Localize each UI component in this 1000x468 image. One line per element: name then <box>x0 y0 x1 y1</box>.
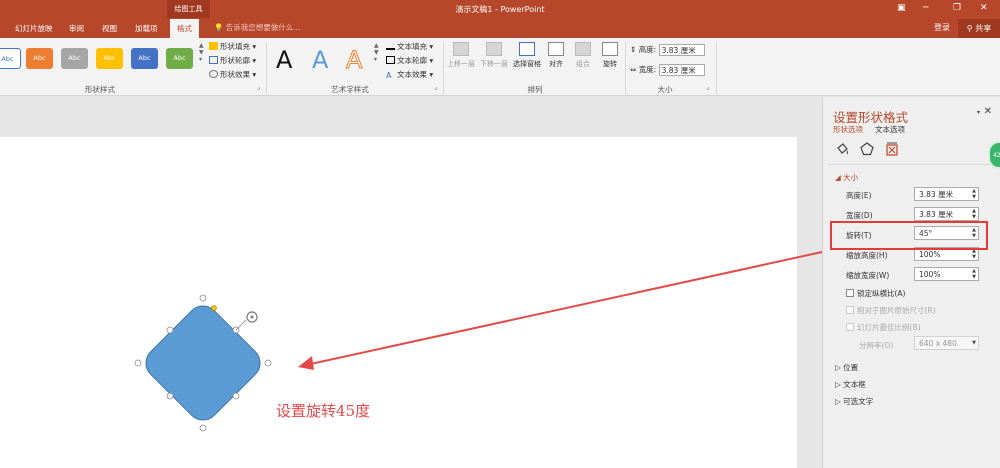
width-input[interactable]: 3.83 厘米 ▲ ▼ <box>914 207 979 221</box>
tab-shape-options[interactable]: 形状选项 <box>833 124 863 135</box>
expand-triangle-icon: ▷ <box>835 363 841 372</box>
resolution-label: 分辨率(O) <box>859 341 894 350</box>
rotate-handle-icon[interactable] <box>246 311 258 323</box>
annotation-arrowhead <box>298 356 314 370</box>
scale-height-label: 缩放高度(H) <box>846 251 888 260</box>
rotation-highlight-box <box>830 221 988 250</box>
relative-original-checkbox[interactable]: 相对于图片原始尺寸(R) <box>846 305 936 316</box>
scale-width-input[interactable]: 100% ▲ ▼ <box>914 267 979 281</box>
checkbox-box <box>846 306 854 314</box>
effects-pentagon-icon[interactable] <box>860 142 874 156</box>
best-scale-label: 幻灯片最佳比例(B) <box>857 323 921 332</box>
scale-height-value: 100% <box>919 250 941 259</box>
annotation-text: 设置旋转45度 <box>276 402 371 420</box>
tab-text-options[interactable]: 文本选项 <box>875 124 905 135</box>
height-value: 3.83 厘米 <box>919 190 954 199</box>
best-scale-checkbox[interactable]: 幻灯片最佳比例(B) <box>846 322 921 333</box>
alttext-section-header[interactable]: ▷ 可选文字 <box>835 396 873 407</box>
size-section-title: 大小 <box>843 173 859 182</box>
width-label: 宽度(D) <box>846 211 873 220</box>
spinner-icon[interactable]: ▲ ▼ <box>972 188 976 200</box>
expand-triangle-icon: ▷ <box>835 397 841 406</box>
scale-width-label: 缩放宽度(W) <box>846 271 890 280</box>
lock-aspect-checkbox[interactable]: 锁定纵横比(A) <box>846 288 905 299</box>
height-input[interactable]: 3.83 厘米 ▲ ▼ <box>914 187 979 201</box>
badge-text: 42 <box>993 152 1000 159</box>
height-label: 高度(E) <box>846 191 872 200</box>
position-section-title: 位置 <box>843 363 859 372</box>
spinner-icon[interactable]: ▲ ▼ <box>972 208 976 220</box>
resolution-value: 640 x 480 <box>919 339 957 348</box>
collapse-triangle-icon: ◢ <box>835 173 841 182</box>
width-value: 3.83 厘米 <box>919 210 954 219</box>
floating-badge[interactable]: 42 <box>988 141 1000 169</box>
pane-divider <box>828 164 993 165</box>
expand-triangle-icon: ▷ <box>835 380 841 389</box>
relative-original-label: 相对于图片原始尺寸(R) <box>857 306 936 315</box>
close-pane-icon[interactable]: ✕ <box>984 106 992 117</box>
dropdown-icon: ▼ <box>972 340 976 346</box>
size-properties-icon[interactable] <box>885 142 899 156</box>
fill-line-icon[interactable] <box>835 142 849 156</box>
pane-options-icon[interactable]: ▾ <box>977 109 980 116</box>
position-section-header[interactable]: ▷ 位置 <box>835 362 858 373</box>
annotation-arrow <box>305 251 823 366</box>
alttext-section-title: 可选文字 <box>843 397 874 406</box>
scale-width-value: 100% <box>919 270 941 279</box>
format-shape-pane: 设置形状格式 ▾ ✕ 形状选项 文本选项 ◢ 大小 高度(E) 3.83 厘米 ▲… <box>822 97 1000 468</box>
checkbox-box <box>846 289 854 297</box>
spinner-icon[interactable]: ▲ ▼ <box>972 268 976 280</box>
resolution-select[interactable]: 640 x 480 ▼ <box>914 336 979 350</box>
textbox-section-title: 文本框 <box>843 380 866 389</box>
textbox-section-header[interactable]: ▷ 文本框 <box>835 379 866 390</box>
size-section-header[interactable]: ◢ 大小 <box>835 172 858 183</box>
rotate-handle-stem <box>235 319 247 331</box>
adjust-handle[interactable] <box>211 305 217 311</box>
lock-aspect-label: 锁定纵横比(A) <box>857 289 906 298</box>
checkbox-box <box>846 323 854 331</box>
